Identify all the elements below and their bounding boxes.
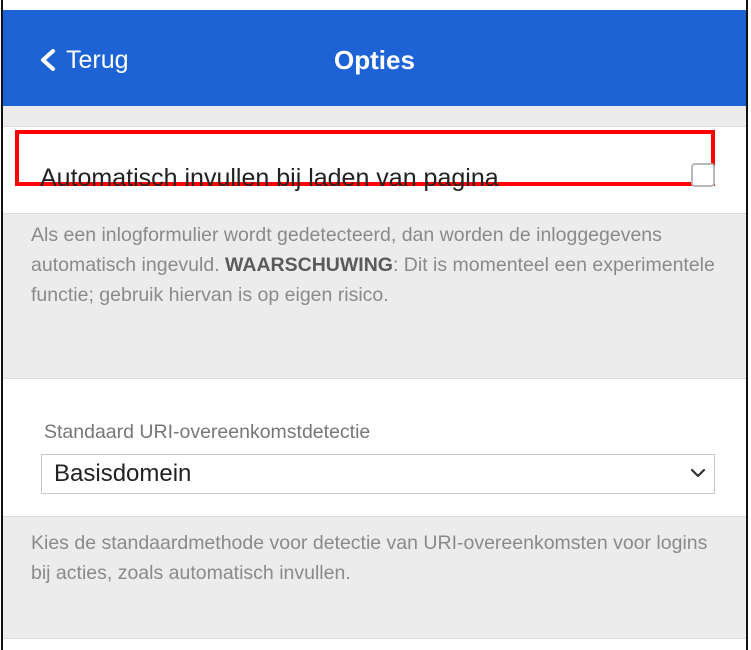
header-bar: Terug Opties — [3, 10, 746, 106]
chevron-down-icon — [690, 468, 706, 478]
autofill-label: Automatisch invullen bij laden van pagin… — [40, 164, 499, 192]
options-screen: Terug Opties Automatisch invullen bij la… — [3, 10, 746, 650]
page-title: Opties — [334, 45, 415, 75]
uri-detection-label: Standaard URI-overeenkomstdetectie — [44, 421, 371, 443]
autofill-on-page-load-row[interactable]: Automatisch invullen bij laden van pagin… — [3, 126, 746, 214]
uri-detection-row: Standaard URI-overeenkomstdetectie Basis… — [3, 378, 746, 517]
autofill-checkbox[interactable] — [691, 163, 715, 187]
uri-detection-help-text: Kies de standaardmethode voor detectie v… — [31, 532, 708, 584]
top-margin — [0, 0, 751, 10]
uri-detection-select[interactable]: Basisdomein — [41, 454, 715, 494]
uri-detection-value: Basisdomein — [54, 460, 192, 487]
right-border — [746, 0, 748, 650]
warning-label: WAARSCHUWING — [225, 254, 393, 276]
next-settings-row — [3, 638, 746, 650]
autofill-help-text: Als een inlogformulier wordt gedetecteer… — [31, 220, 721, 310]
